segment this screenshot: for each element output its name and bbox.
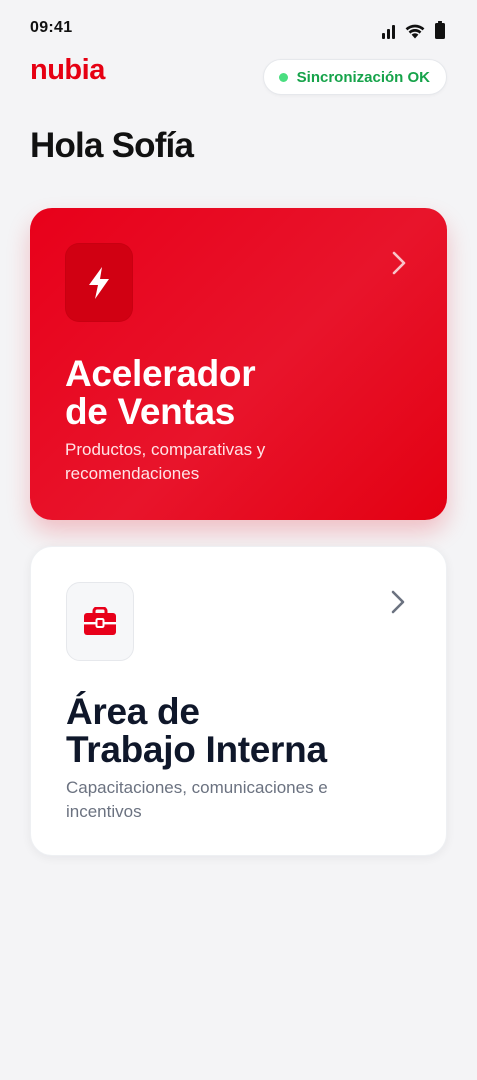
status-time: 09:41 bbox=[30, 19, 73, 36]
sales-accelerator-icon-box bbox=[65, 243, 133, 322]
internal-work-area-card[interactable]: Área de Trabajo Interna Capacitaciones, … bbox=[30, 546, 447, 856]
sync-status-dot bbox=[278, 72, 288, 82]
internal-work-area-title-line2: Trabajo Interna bbox=[66, 729, 327, 770]
internal-work-area-title-line1: Área de bbox=[66, 691, 200, 732]
briefcase-icon bbox=[84, 606, 116, 635]
status-icons bbox=[382, 19, 445, 39]
battery-icon bbox=[435, 21, 445, 39]
chevron-right-icon bbox=[391, 590, 405, 614]
cellular-signal-icon bbox=[382, 23, 395, 39]
lightning-bolt-icon bbox=[89, 266, 109, 299]
sales-accelerator-title-line1: Acelerador bbox=[65, 353, 256, 394]
wifi-icon bbox=[405, 24, 425, 39]
page-title: Hola Sofía bbox=[30, 126, 194, 165]
sales-accelerator-subtitle: Productos, comparativas y recomendacione… bbox=[65, 440, 266, 483]
internal-work-area-subtitle: Capacitaciones, comunicaciones e incenti… bbox=[66, 778, 328, 821]
nubia-logo: nubia bbox=[30, 54, 105, 86]
status-bar: 09:41 bbox=[0, 0, 477, 58]
home-screen: 09:41 nubia Sincronización OK Hola Sofía bbox=[0, 0, 477, 1080]
chevron-right-icon bbox=[392, 251, 406, 275]
internal-work-area-title: Área de Trabajo Interna bbox=[66, 693, 327, 769]
sales-accelerator-title-line2: de Ventas bbox=[65, 391, 236, 432]
sales-accelerator-card[interactable]: Acelerador de Ventas Productos, comparat… bbox=[30, 208, 447, 520]
internal-work-area-icon-box bbox=[66, 582, 134, 661]
sync-status-label: Sincronización OK bbox=[296, 68, 430, 86]
sales-accelerator-title: Acelerador de Ventas bbox=[65, 353, 256, 432]
sync-status-badge[interactable]: Sincronización OK bbox=[262, 59, 447, 95]
